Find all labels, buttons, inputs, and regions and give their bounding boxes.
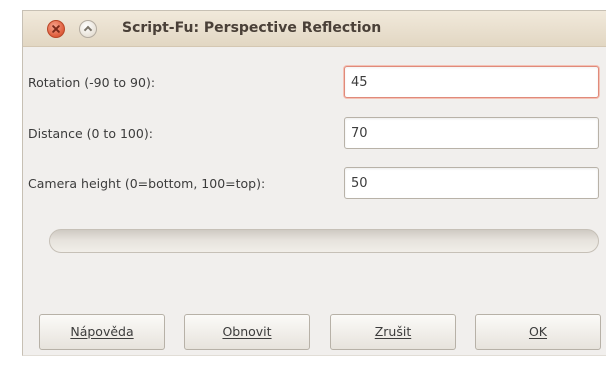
distance-label: Distance (0 to 100):	[28, 126, 153, 141]
help-button[interactable]: Nápověda	[39, 314, 165, 350]
camera-height-label: Camera height (0=bottom, 100=top):	[28, 176, 266, 191]
progress-bar	[49, 229, 599, 253]
ok-button[interactable]: OK	[475, 314, 601, 350]
distance-input[interactable]	[344, 117, 599, 149]
cancel-button-label: Zrušit	[374, 324, 412, 339]
script-fu-dialog: Script-Fu: Perspective Reflection Rotati…	[22, 10, 606, 356]
camera-height-row: Camera height (0=bottom, 100=top):	[23, 167, 606, 203]
rotation-input[interactable]	[344, 66, 599, 98]
distance-row: Distance (0 to 100):	[23, 117, 606, 153]
rotation-row: Rotation (-90 to 90):	[23, 66, 606, 102]
window-title: Script-Fu: Perspective Reflection	[122, 20, 382, 36]
reset-button-label: Obnovit	[222, 324, 272, 339]
title-bar[interactable]: Script-Fu: Perspective Reflection	[23, 11, 606, 47]
cancel-button[interactable]: Zrušit	[330, 314, 456, 350]
close-icon[interactable]	[47, 20, 65, 38]
help-button-label: Nápověda	[70, 324, 134, 339]
reset-button[interactable]: Obnovit	[184, 314, 310, 350]
rotation-label: Rotation (-90 to 90):	[28, 75, 156, 90]
camera-height-input[interactable]	[344, 167, 599, 199]
chevron-up-icon[interactable]	[79, 20, 97, 38]
ok-button-label: OK	[528, 324, 548, 339]
